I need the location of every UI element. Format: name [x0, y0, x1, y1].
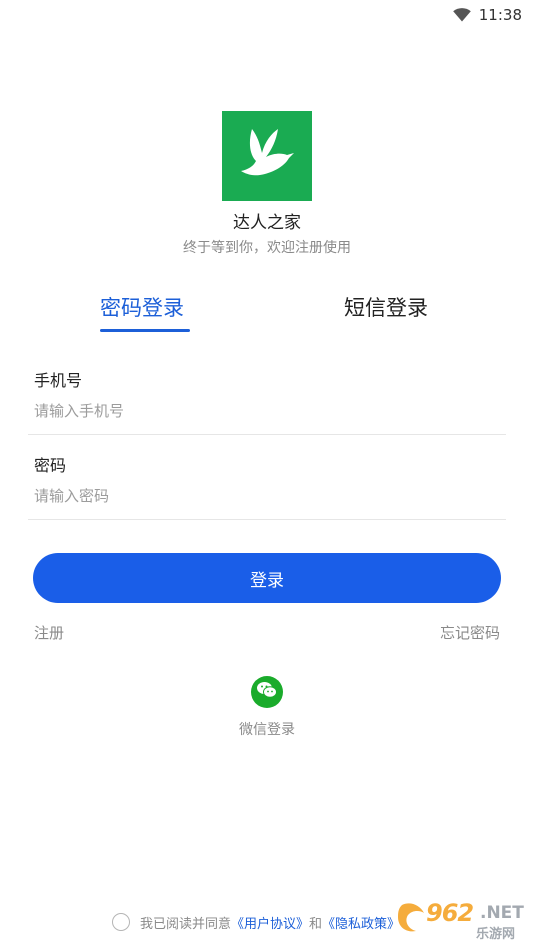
wechat-login-button[interactable] — [251, 676, 283, 708]
app-logo — [222, 111, 312, 201]
forgot-password-link[interactable]: 忘记密码 — [440, 622, 500, 643]
phone-input[interactable] — [34, 396, 504, 426]
password-input[interactable] — [34, 481, 504, 511]
wechat-login-label: 微信登录 — [239, 722, 295, 738]
wifi-icon — [452, 8, 471, 22]
site-watermark: 962 .NET 乐游网 — [396, 897, 530, 943]
active-tab-indicator — [100, 329, 190, 332]
login-button[interactable]: 登录 — [33, 553, 501, 603]
agreement-conjunction: 和 — [309, 916, 323, 932]
tab-sms-login[interactable]: 短信登录 — [344, 292, 428, 322]
watermark-cn: 乐游网 — [476, 927, 516, 942]
agreement-checkbox[interactable] — [112, 913, 130, 931]
phone-label: 手机号 — [34, 371, 83, 390]
wechat-icon — [256, 681, 278, 703]
user-agreement-link[interactable]: 《用户协议》 — [231, 917, 309, 932]
app-name: 达人之家 — [233, 213, 301, 233]
login-screen: 11:38 达人之家 终于等到你，欢迎注册使用 密码登录 短信登录 手机号 密码… — [0, 0, 534, 949]
dove-logo-icon — [232, 119, 302, 193]
password-divider — [28, 519, 506, 520]
agreement-row: 我已阅读并同意《用户协议》和《隐私政策》 — [112, 911, 400, 933]
watermark-digits: 962 — [426, 899, 474, 927]
phone-divider — [28, 434, 506, 435]
status-bar: 11:38 — [0, 0, 534, 30]
register-link[interactable]: 注册 — [34, 622, 64, 643]
watermark-suffix: .NET — [480, 903, 524, 923]
app-tagline: 终于等到你，欢迎注册使用 — [183, 240, 351, 256]
status-time: 11:38 — [478, 6, 522, 24]
privacy-policy-link[interactable]: 《隐私政策》 — [322, 917, 400, 932]
tab-password-login[interactable]: 密码登录 — [100, 292, 184, 322]
password-label: 密码 — [34, 456, 67, 475]
agreement-prefix: 我已阅读并同意 — [140, 916, 232, 932]
